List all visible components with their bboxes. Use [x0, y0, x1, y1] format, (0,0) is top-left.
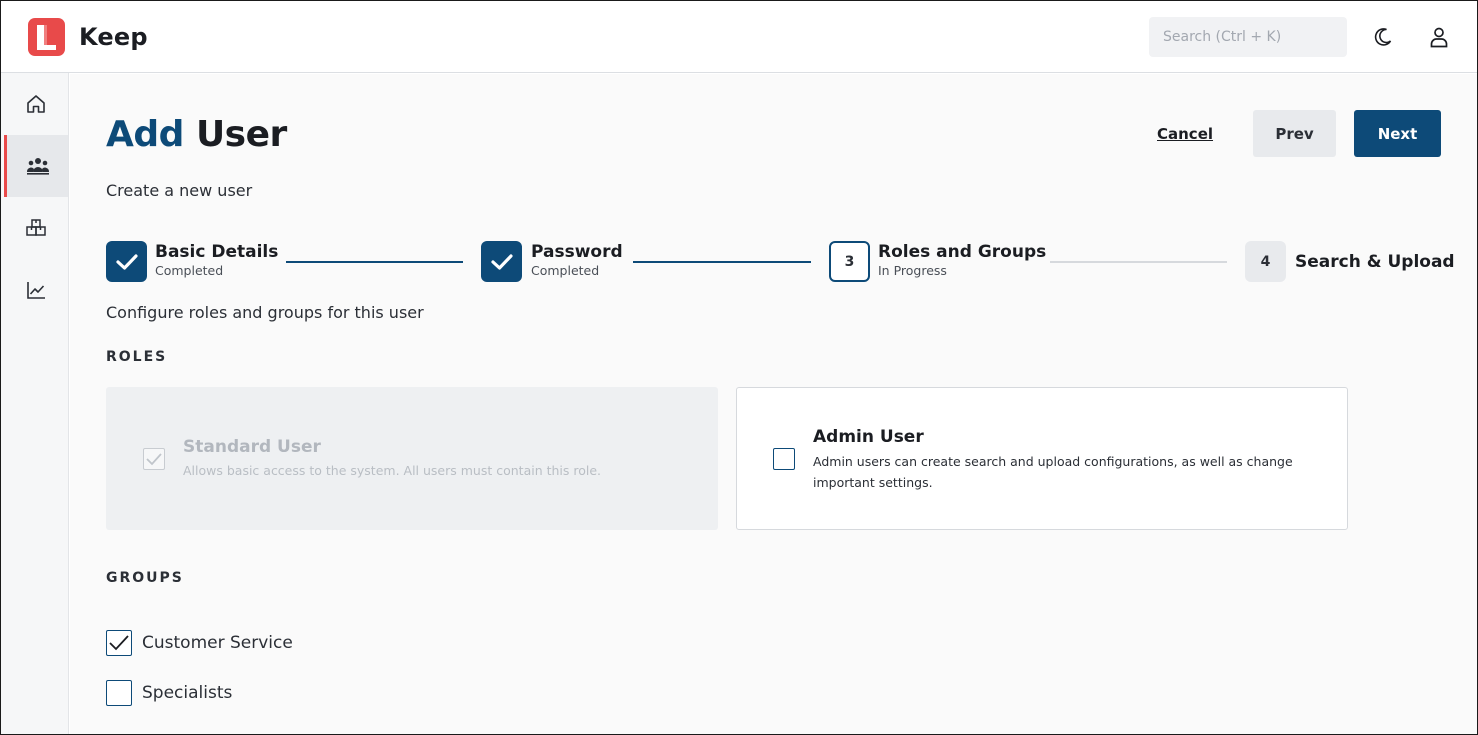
app-name: Keep [79, 23, 148, 51]
user-icon[interactable] [1427, 25, 1451, 49]
next-button[interactable]: Next [1354, 110, 1441, 157]
prev-button[interactable]: Prev [1253, 110, 1336, 157]
admin-user-description: Admin users can create search and upload… [813, 454, 1293, 490]
step-2-status: Completed [531, 263, 600, 278]
top-header: Keep [1, 1, 1477, 73]
group-customer-service-checkbox[interactable] [106, 630, 132, 656]
step-2-indicator [481, 241, 522, 282]
check-icon [109, 635, 129, 651]
group-customer-service-label[interactable]: Customer Service [142, 633, 293, 653]
standard-user-title: Standard User [183, 437, 321, 457]
keep-logo-icon [28, 18, 65, 56]
chart-line-icon [27, 282, 45, 299]
step-connector-3 [1050, 261, 1227, 263]
sidebar [1, 73, 69, 734]
check-icon [490, 253, 513, 270]
roles-heading: ROLES [106, 349, 168, 365]
section-description: Configure roles and groups for this user [106, 303, 424, 322]
page-title: Add User [106, 114, 287, 155]
groups-heading: GROUPS [106, 570, 184, 586]
step-3-indicator: 3 [829, 241, 870, 282]
sidebar-item-home[interactable] [4, 73, 68, 135]
standard-user-checkbox [143, 448, 165, 470]
step-2-label: Password [531, 242, 623, 262]
step-3-status: In Progress [878, 263, 947, 278]
sidebar-item-users[interactable] [4, 135, 68, 197]
users-icon [26, 158, 49, 175]
admin-user-title: Admin User [813, 427, 924, 447]
page-title-part1: Add [106, 114, 184, 155]
step-1-label: Basic Details [155, 242, 279, 262]
step-4-indicator: 4 [1245, 241, 1286, 282]
step-connector-1 [286, 261, 463, 263]
step-1-indicator [106, 241, 147, 282]
step-4-label: Search & Upload [1295, 252, 1455, 272]
role-card-admin-user[interactable]: Admin User Admin users can create search… [736, 387, 1348, 530]
home-icon [27, 95, 45, 113]
sidebar-item-inventory[interactable] [4, 197, 68, 259]
cancel-button[interactable]: Cancel [1157, 125, 1213, 143]
sidebar-item-analytics[interactable] [4, 259, 68, 321]
step-connector-2 [633, 261, 811, 263]
group-specialists-label[interactable]: Specialists [142, 683, 232, 703]
admin-user-checkbox[interactable] [773, 448, 795, 470]
standard-user-description: Allows basic access to the system. All u… [183, 463, 602, 478]
search-input[interactable] [1149, 17, 1347, 57]
app-window: Keep Search (Ctrl + K) Add User Create a… [0, 0, 1478, 735]
step-1-status: Completed [155, 263, 224, 278]
page-title-part2: User [195, 114, 287, 155]
check-icon [115, 253, 138, 270]
boxes-icon [26, 219, 46, 236]
main-content: Add User Create a new user Cancel Prev N… [70, 74, 1477, 734]
role-card-standard-user: Standard User Allows basic access to the… [106, 387, 718, 530]
step-3-label: Roles and Groups [878, 242, 1047, 262]
check-icon [146, 453, 162, 466]
page-subtitle: Create a new user [106, 181, 253, 200]
group-specialists-checkbox[interactable] [106, 680, 132, 706]
moon-icon[interactable] [1371, 25, 1395, 49]
